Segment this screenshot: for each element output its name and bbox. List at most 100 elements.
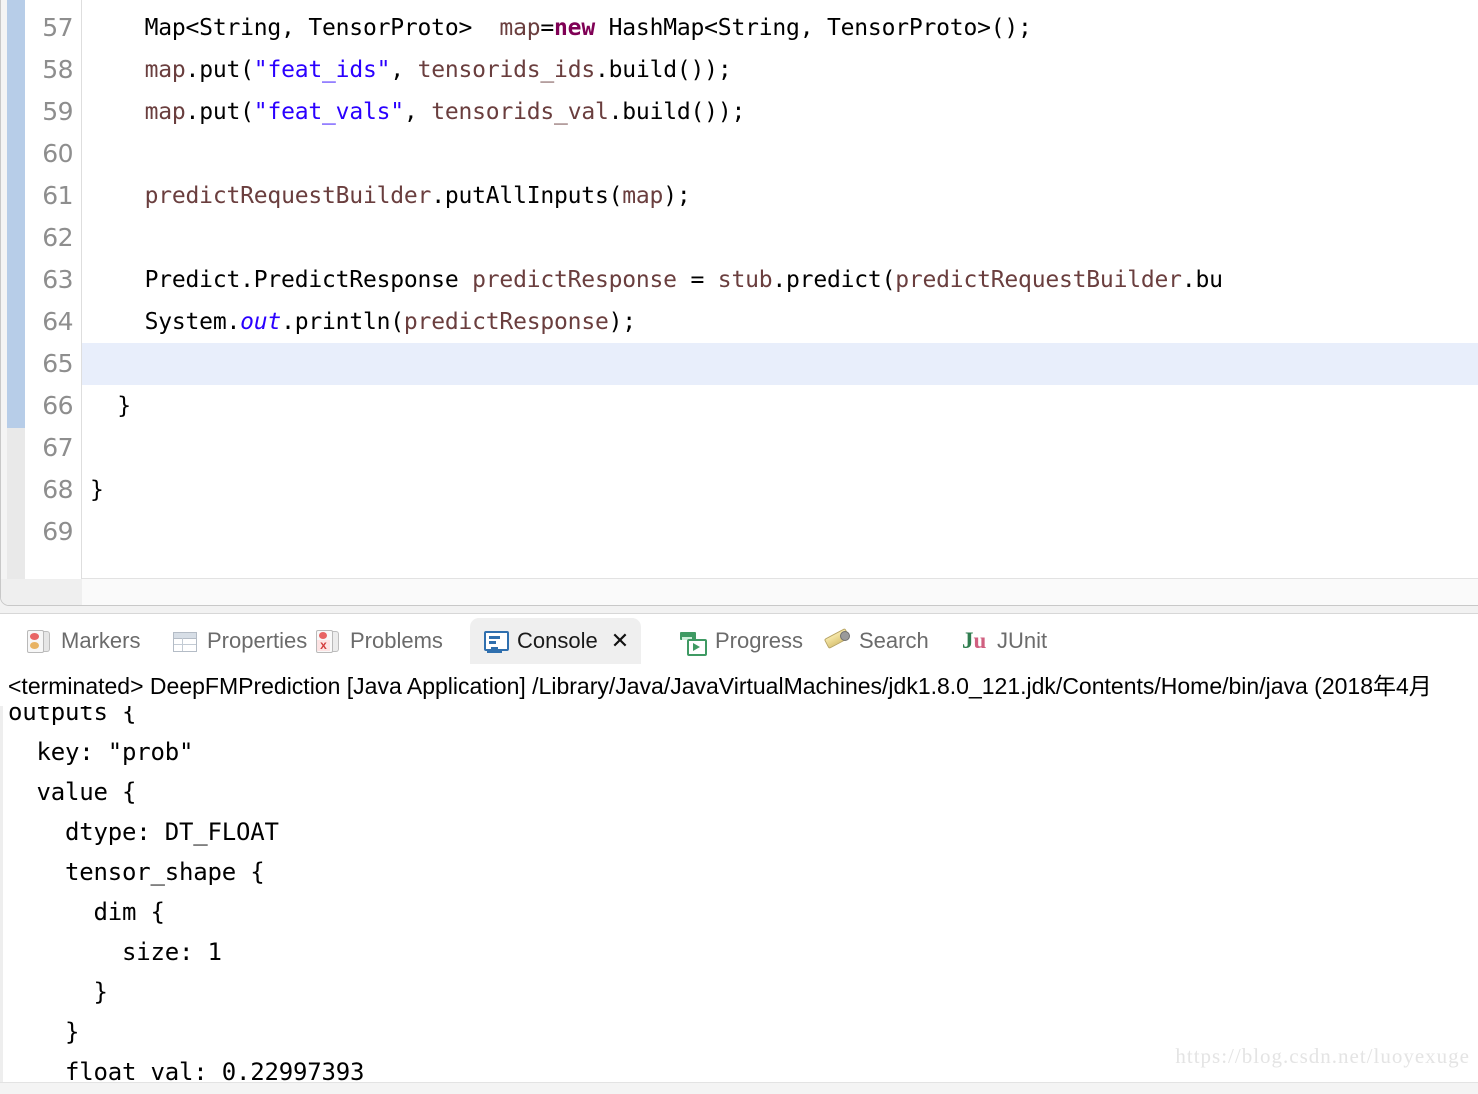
line-number-ruler[interactable]: 56 57 58 59 60 61 62 63 64 65 66 67 68 69 — [25, 0, 82, 605]
tab-properties[interactable]: Properties — [160, 618, 319, 664]
code-line[interactable]: predictRequestBuilder.putAllInputs(map); — [82, 175, 1478, 217]
tab-label: Search — [859, 628, 929, 653]
code-token: Predict.PredictResponse — [90, 267, 473, 293]
code-line[interactable] — [82, 217, 1478, 259]
code-token: out — [240, 309, 282, 335]
code-token: , — [390, 57, 418, 83]
code-token: ); — [608, 309, 636, 335]
view-tab-bar: Markers Properties x Problems Console ✕ Progre… — [0, 614, 1478, 668]
console-line: dtype: DT_FLOAT — [8, 818, 279, 846]
code-token: map — [499, 15, 541, 41]
close-icon[interactable]: ✕ — [611, 629, 629, 654]
bottom-view-stack: Markers Properties x Problems Console ✕ Progre… — [0, 613, 1478, 1094]
line-number: 59 — [42, 97, 73, 126]
code-token: "feat_ids" — [253, 57, 391, 83]
console-output-area[interactable]: outputs { key: "prob" value { dtype: DT_… — [0, 706, 1478, 1094]
code-token: predictResponse — [472, 267, 677, 293]
code-line[interactable]: Predict.PredictResponse predictResponse … — [82, 259, 1478, 301]
code-token: .put( — [185, 99, 254, 125]
editor-change-bar-column — [7, 0, 25, 605]
markers-icon — [26, 629, 52, 653]
search-icon — [823, 628, 851, 653]
console-icon — [482, 629, 509, 653]
line-number: 66 — [42, 391, 73, 420]
code-token: tensorids_ids — [417, 57, 596, 83]
tab-progress[interactable]: Progress — [668, 618, 815, 664]
code-line[interactable]: } — [82, 469, 1478, 511]
line-number: 58 — [42, 55, 73, 84]
window-bottom-strip — [0, 1082, 1478, 1094]
code-token: stub — [717, 267, 773, 293]
line-number: 62 — [42, 223, 73, 252]
code-token: .println( — [281, 309, 404, 335]
tab-junit[interactable]: Ju JUnit — [950, 618, 1059, 664]
tab-search[interactable]: Search — [812, 618, 941, 664]
code-token: .build()); — [595, 57, 732, 83]
code-token: , — [403, 99, 432, 125]
code-token: } — [90, 477, 104, 503]
tab-label: Markers — [61, 628, 141, 653]
console-text: outputs { key: "prob" value { dtype: DT_… — [0, 706, 1478, 1092]
junit-icon: Ju — [962, 628, 987, 653]
eclipse-ide-window: 56 57 58 59 60 61 62 63 64 65 66 67 68 69 Map<String,… — [0, 0, 1478, 1094]
tab-console[interactable]: Console ✕ — [470, 618, 642, 664]
line-number: 57 — [42, 13, 73, 42]
line-number: 63 — [42, 265, 73, 294]
console-line: key: "prob" — [8, 738, 194, 766]
console-line: dim { — [8, 898, 165, 926]
problems-icon: x — [315, 629, 341, 653]
code-token: predictRequestBuilder — [895, 267, 1182, 293]
tab-label: Problems — [350, 628, 443, 653]
console-line: } — [8, 978, 108, 1006]
java-editor-panel[interactable]: 56 57 58 59 60 61 62 63 64 65 66 67 68 69 Map<String,… — [0, 0, 1478, 606]
code-line[interactable] — [82, 343, 1478, 385]
tab-label: Console — [517, 628, 598, 653]
launch-configuration-text: <terminated> DeepFMPrediction [Java Appl… — [8, 673, 1432, 699]
code-token: System. — [90, 309, 241, 335]
tab-label: Properties — [207, 628, 308, 653]
code-token: .putAllInputs( — [431, 183, 623, 209]
tab-problems[interactable]: x Problems — [303, 618, 455, 664]
code-token: predictRequestBuilder — [144, 183, 432, 209]
console-line: value { — [8, 778, 137, 806]
code-token: .bu — [1181, 267, 1223, 293]
code-line[interactable]: System.out.println(predictResponse); — [82, 301, 1478, 343]
code-token: map — [144, 57, 186, 83]
code-token: .build()); — [608, 99, 746, 125]
code-token: predictResponse — [403, 309, 609, 335]
code-token: = — [540, 15, 555, 41]
code-token: .predict( — [772, 267, 896, 293]
code-line[interactable] — [82, 133, 1478, 175]
code-line[interactable]: Map<String, TensorProto> map=new HashMap… — [82, 7, 1478, 49]
watermark-text: https://blog.csdn.net/luoyexuge — [1175, 1044, 1470, 1068]
code-line[interactable]: } — [82, 385, 1478, 427]
change-bar-marker — [7, 0, 25, 428]
console-line: size: 1 — [8, 938, 222, 966]
line-number: 64 — [42, 307, 73, 336]
console-line: tensor_shape { — [8, 858, 265, 886]
console-line: outputs { — [8, 706, 137, 726]
code-token: "feat_vals" — [253, 99, 404, 125]
code-token: tensorids_val — [431, 99, 609, 125]
line-number: 67 — [42, 433, 73, 462]
code-token: HashMap<String, TensorProto>(); — [594, 15, 1032, 41]
code-line[interactable]: map.put("feat_vals", tensorids_val.build… — [82, 91, 1478, 133]
properties-icon — [172, 629, 198, 653]
line-number: 56 — [42, 0, 73, 7]
code-line[interactable] — [82, 511, 1478, 553]
code-token: new — [554, 15, 595, 41]
code-token: map — [622, 183, 664, 209]
editor-horizontal-scrollbar[interactable] — [82, 578, 1478, 605]
code-token: } — [90, 393, 131, 419]
code-token: = — [676, 267, 718, 293]
code-area[interactable]: Map<String, TensorProto> map=new HashMap… — [82, 0, 1478, 605]
editor-scroll-corner — [1, 579, 82, 605]
tab-markers[interactable]: Markers — [14, 618, 152, 664]
code-token: Map<String, TensorProto> — [90, 15, 500, 41]
code-line[interactable] — [82, 427, 1478, 469]
line-number: 68 — [42, 475, 73, 504]
code-line[interactable]: map.put("feat_ids", tensorids_ids.build(… — [82, 49, 1478, 91]
